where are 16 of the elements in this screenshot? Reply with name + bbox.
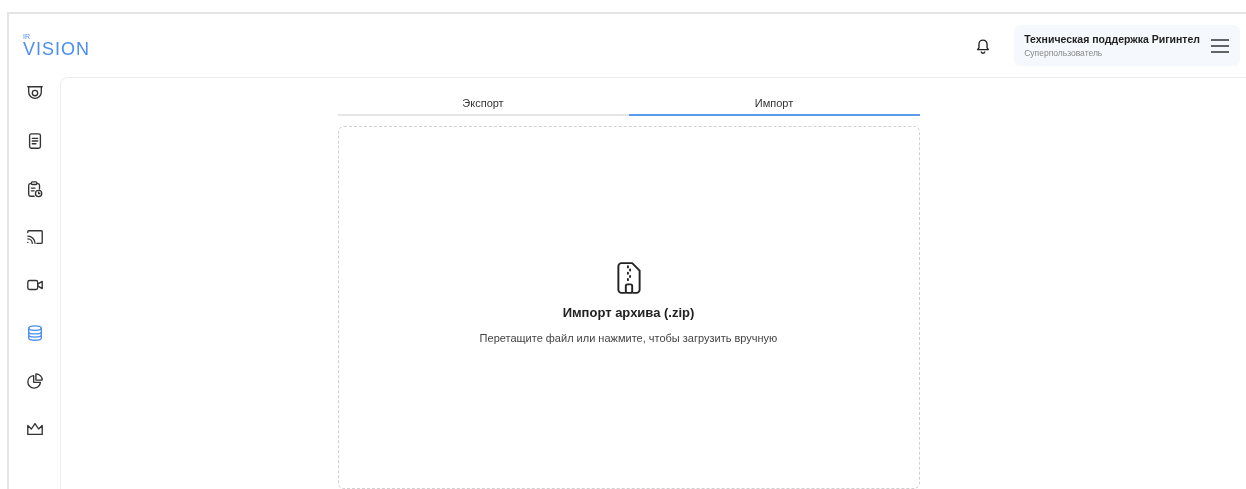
drop-zone-hint: Перетащите файл или нажмите, чтобы загрузить вручную: [479, 332, 778, 344]
zip-file-icon: [615, 261, 642, 295]
crown-icon[interactable]: [25, 420, 44, 438]
clipboard-clock-icon[interactable]: [25, 180, 44, 198]
drop-zone-title: Импорт архива (.zip): [562, 305, 695, 320]
user-card[interactable]: Техническая поддержка Ригинтел Суперпользователь: [1014, 25, 1240, 66]
pie-icon[interactable]: [25, 372, 44, 390]
menu-icon[interactable]: [1210, 37, 1230, 54]
user-role: Суперпользователь: [1024, 48, 1104, 58]
user-name: Техническая поддержка Ригинтел: [1024, 33, 1200, 45]
cast-icon[interactable]: [25, 228, 44, 246]
tab[interactable]: Экспорт: [337, 92, 629, 116]
camera-icon[interactable]: [25, 84, 44, 102]
database-icon[interactable]: [25, 324, 44, 342]
tab[interactable]: Импорт: [628, 92, 920, 116]
drop-zone[interactable]: Импорт архива (.zip) Перетащите файл или нажмите, чтобы загрузить вручную: [337, 126, 920, 489]
